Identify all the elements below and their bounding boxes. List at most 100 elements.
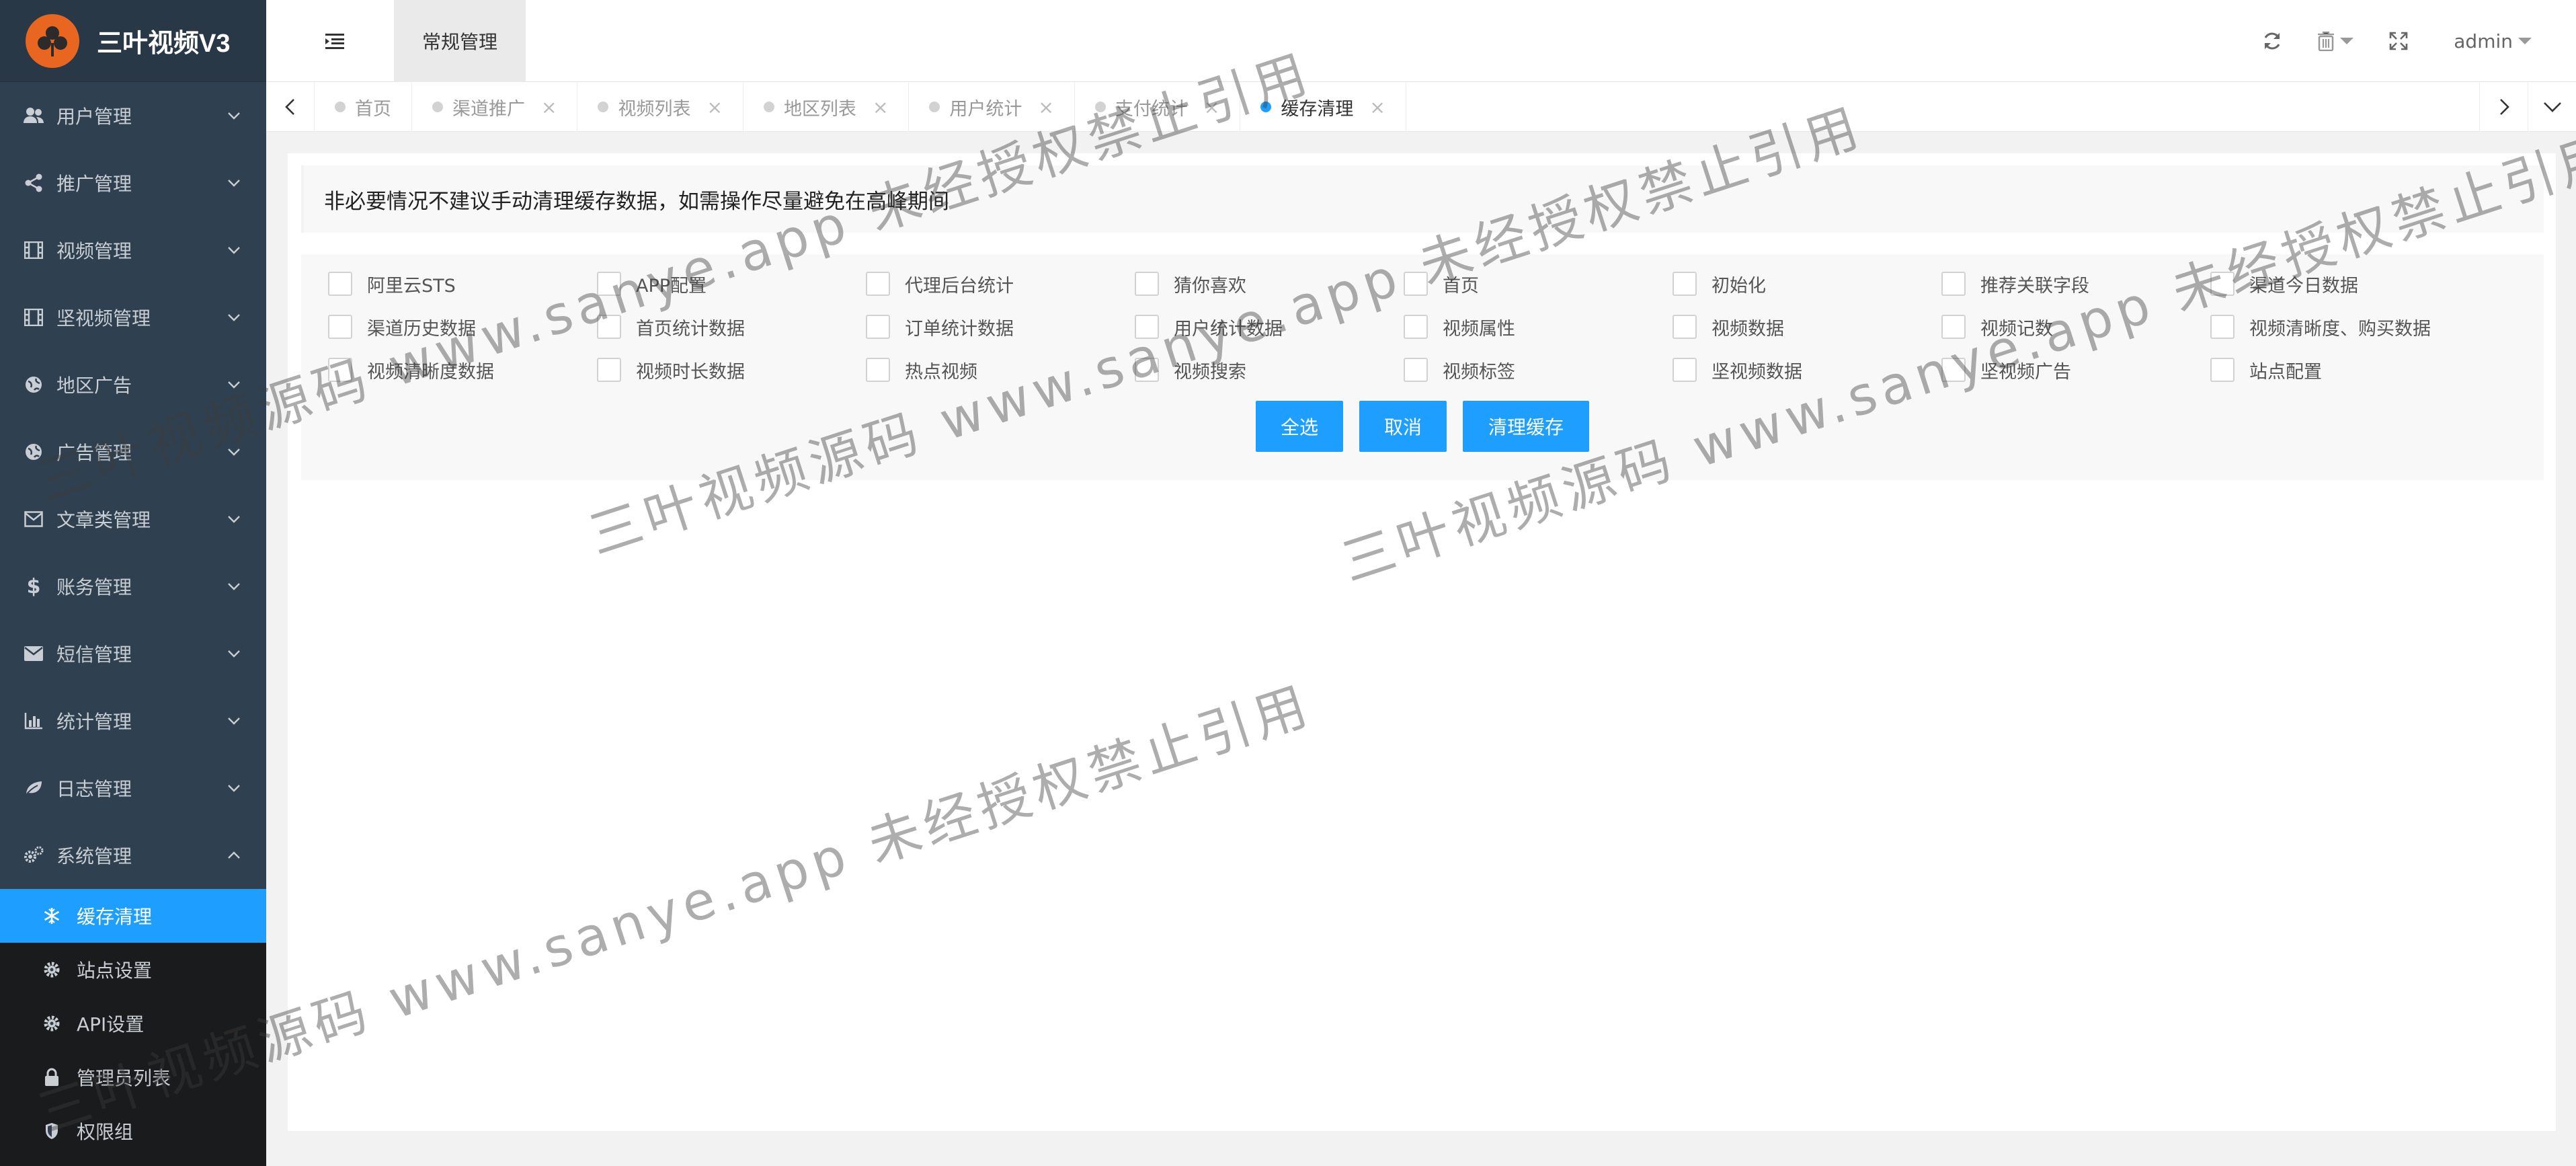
sidebar-item-region-ads[interactable]: 地区广告 (0, 351, 266, 418)
sidebar-subitem-cache-clear[interactable]: 缓存清理 (0, 889, 266, 943)
cache-option[interactable]: 代理后台统计 (866, 262, 1135, 305)
cache-option-checkbox[interactable] (1673, 272, 1697, 296)
cache-option[interactable]: APP配置 (597, 262, 866, 305)
cache-option[interactable]: 推荐关联字段 (1941, 262, 2210, 305)
cache-option[interactable]: 视频清晰度数据 (328, 348, 597, 391)
page-tab-home[interactable]: 首页 (315, 82, 412, 132)
sidebar-subitem-label: API设置 (77, 1013, 145, 1036)
tab-close-icon[interactable]: × (541, 96, 557, 118)
sidebar-subitem-label: 站点设置 (77, 960, 153, 982)
cache-option-checkbox[interactable] (1404, 358, 1428, 382)
tab-close-icon[interactable]: × (873, 96, 888, 118)
tabs-scroll-left-icon[interactable] (266, 82, 315, 132)
cache-option-checkbox[interactable] (328, 272, 352, 296)
cache-option-checkbox[interactable] (1941, 358, 1966, 382)
sidebar-item-statistics[interactable]: 统计管理 (0, 687, 266, 754)
cancel-button[interactable]: 取消 (1359, 401, 1447, 452)
trash-dropdown-icon[interactable] (2314, 26, 2357, 56)
page-tab-region-list[interactable]: 地区列表 × (743, 82, 910, 132)
cache-option-checkbox[interactable] (1941, 272, 1966, 296)
tab-close-icon[interactable]: × (1369, 96, 1385, 118)
select-all-button[interactable]: 全选 (1256, 401, 1343, 452)
sidebar-subitem-admin-list[interactable]: 管理员列表 (0, 1050, 266, 1104)
cache-option-checkbox[interactable] (597, 358, 621, 382)
sidebar-subitem-permission-groups[interactable]: 权限组 (0, 1104, 266, 1158)
cache-option-checkbox[interactable] (2210, 358, 2235, 382)
cache-option[interactable]: 视频时长数据 (597, 348, 866, 391)
cache-option[interactable]: 热点视频 (866, 348, 1135, 391)
cache-option[interactable]: 阿里云STS (328, 262, 597, 305)
sidebar-item-sms[interactable]: 短信管理 (0, 620, 266, 687)
cache-option[interactable]: 视频标签 (1404, 348, 1673, 391)
cache-option-checkbox[interactable] (2210, 315, 2235, 339)
tabs-menu-chevron-down-icon[interactable] (2528, 82, 2576, 132)
notice-text: 非必要情况不建议手动清理缓存数据，如需操作尽量避免在高峰期间 (301, 165, 2544, 233)
sidebar-item-vertical-videos[interactable]: 坚视频管理 (0, 284, 266, 351)
cache-option[interactable]: 猜你喜欢 (1135, 262, 1404, 305)
cache-options-box: 阿里云STS APP配置 代理后台统计 猜你喜欢 首页 初始化 推荐关联字段 渠道今日数据渠道… (301, 254, 2544, 480)
sidebar-item-system[interactable]: 系统管理 (0, 822, 266, 889)
refresh-icon[interactable] (2257, 26, 2287, 56)
cache-option[interactable]: 用户统计数据 (1135, 305, 1404, 348)
tab-general-management[interactable]: 常规管理 (394, 0, 526, 82)
cache-option-checkbox[interactable] (866, 315, 890, 339)
cache-option-checkbox[interactable] (1941, 315, 1966, 339)
sidebar-item-articles[interactable]: 文章类管理 (0, 485, 266, 553)
cache-option[interactable]: 视频数据 (1673, 305, 1941, 348)
cache-option[interactable]: 首页 (1404, 262, 1673, 305)
cache-option-checkbox[interactable] (597, 272, 621, 296)
cache-option[interactable]: 视频清晰度、购买数据 (2210, 305, 2479, 348)
page-tab-user-stats[interactable]: 用户统计 × (909, 82, 1075, 132)
cache-option-label: 视频清晰度数据 (367, 361, 494, 383)
cache-option-checkbox[interactable] (1673, 358, 1697, 382)
cache-option-checkbox[interactable] (328, 358, 352, 382)
cache-option-checkbox[interactable] (866, 358, 890, 382)
cache-option[interactable]: 订单统计数据 (866, 305, 1135, 348)
sidebar-item-logs[interactable]: 日志管理 (0, 754, 266, 822)
sidebar-item-label: 坚视频管理 (56, 307, 151, 329)
cache-option[interactable]: 视频属性 (1404, 305, 1673, 348)
cache-option[interactable]: 视频搜索 (1135, 348, 1404, 391)
cache-option-checkbox[interactable] (1135, 358, 1159, 382)
sidebar-item-ads[interactable]: 广告管理 (0, 418, 266, 485)
cache-option-checkbox[interactable] (1673, 315, 1697, 339)
cache-option-checkbox[interactable] (597, 315, 621, 339)
sidebar-item-videos[interactable]: 视频管理 (0, 217, 266, 284)
chevron-down-icon (228, 314, 240, 321)
cache-option[interactable]: 渠道历史数据 (328, 305, 597, 348)
sidebar-item-promotion[interactable]: 推广管理 (0, 149, 266, 217)
page-tab-payment-stats[interactable]: 支付统计 × (1075, 82, 1241, 132)
cache-option-checkbox[interactable] (1135, 272, 1159, 296)
sidebar-toggle-icon[interactable] (323, 29, 347, 53)
cache-option[interactable]: 渠道今日数据 (2210, 262, 2479, 305)
sidebar-item-users[interactable]: 用户管理 (0, 82, 266, 149)
tab-close-icon[interactable]: × (1204, 96, 1219, 118)
user-menu[interactable]: admin (2454, 30, 2532, 52)
clear-cache-button[interactable]: 清理缓存 (1463, 401, 1589, 452)
page-tab-video-list[interactable]: 视频列表 × (577, 82, 743, 132)
sidebar-item-accounts[interactable]: $ 账务管理 (0, 553, 266, 620)
logo-area[interactable]: 三叶视频V3 (0, 0, 266, 82)
cache-option[interactable]: 视频记数 (1941, 305, 2210, 348)
cache-option-checkbox[interactable] (328, 315, 352, 339)
cache-option-checkbox[interactable] (1404, 315, 1428, 339)
cache-option[interactable]: 站点配置 (2210, 348, 2479, 391)
page-tab-channel-promo[interactable]: 渠道推广 × (412, 82, 578, 132)
cache-option-checkbox[interactable] (1135, 315, 1159, 339)
cache-option[interactable]: 坚视频广告 (1941, 348, 2210, 391)
tab-close-icon[interactable]: × (707, 96, 722, 118)
cache-option-label: 首页 (1443, 275, 1479, 297)
cache-option-checkbox[interactable] (1404, 272, 1428, 296)
cache-option[interactable]: 首页统计数据 (597, 305, 866, 348)
page-tab-cache-clear[interactable]: 缓存清理 × (1240, 82, 1406, 132)
sidebar-subitem-site-settings[interactable]: 站点设置 (0, 943, 266, 997)
cache-option[interactable]: 坚视频数据 (1673, 348, 1941, 391)
cache-option-label: 用户统计数据 (1174, 318, 1283, 340)
cache-option-checkbox[interactable] (2210, 272, 2235, 296)
fullscreen-icon[interactable] (2384, 26, 2413, 56)
cache-option-checkbox[interactable] (866, 272, 890, 296)
cache-option[interactable]: 初始化 (1673, 262, 1941, 305)
tabs-scroll-right-icon[interactable] (2479, 82, 2528, 132)
tab-close-icon[interactable]: × (1038, 96, 1053, 118)
sidebar-subitem-api-settings[interactable]: API设置 (0, 997, 266, 1050)
